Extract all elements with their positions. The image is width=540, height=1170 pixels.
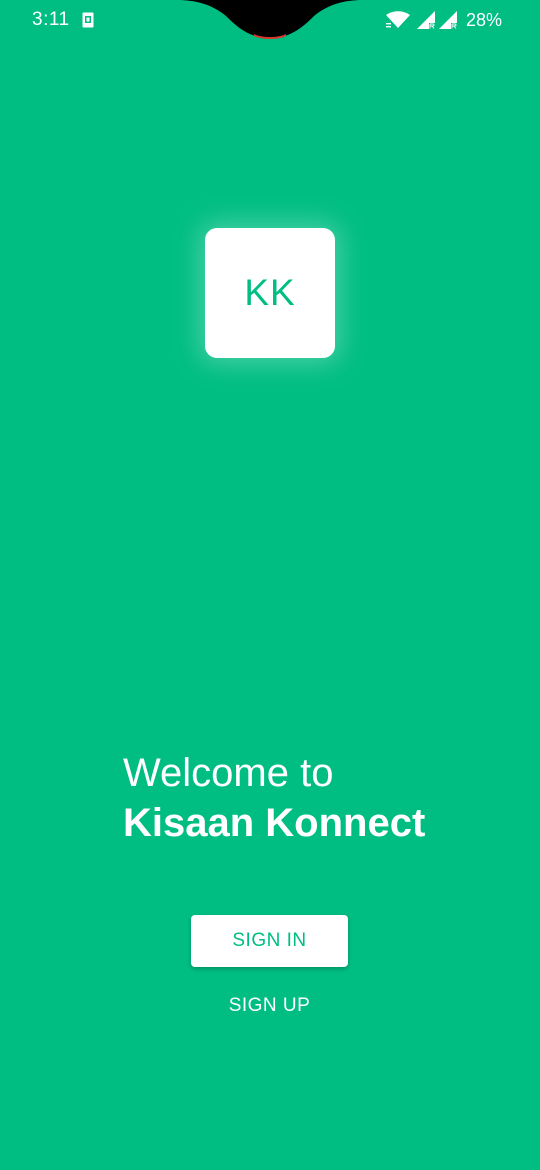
wifi-icon [385, 11, 410, 28]
welcome-line: Welcome to [123, 751, 334, 795]
sim-card-icon [82, 12, 94, 28]
signal-icon [438, 11, 457, 29]
logo-text: KK [244, 272, 296, 313]
status-icons: 28% [385, 8, 502, 32]
sign-up-button[interactable]: SIGN UP [191, 990, 348, 1022]
camera-notch [178, 0, 362, 39]
app-logo: KK [205, 228, 335, 358]
status-bar: 3:11 28% [0, 0, 540, 40]
app-name: Kisaan Konnect [123, 801, 426, 845]
status-time: 3:11 [32, 9, 70, 30]
battery-percentage: 28% [465, 9, 502, 30]
welcome-heading: Welcome to Kisaan Konnect [123, 750, 503, 850]
signal-icon [416, 11, 435, 29]
welcome-screen: 3:11 28% KK Welcome to Kisaan Konnect SI… [0, 0, 540, 1170]
sign-in-button[interactable]: SIGN IN [191, 915, 348, 967]
